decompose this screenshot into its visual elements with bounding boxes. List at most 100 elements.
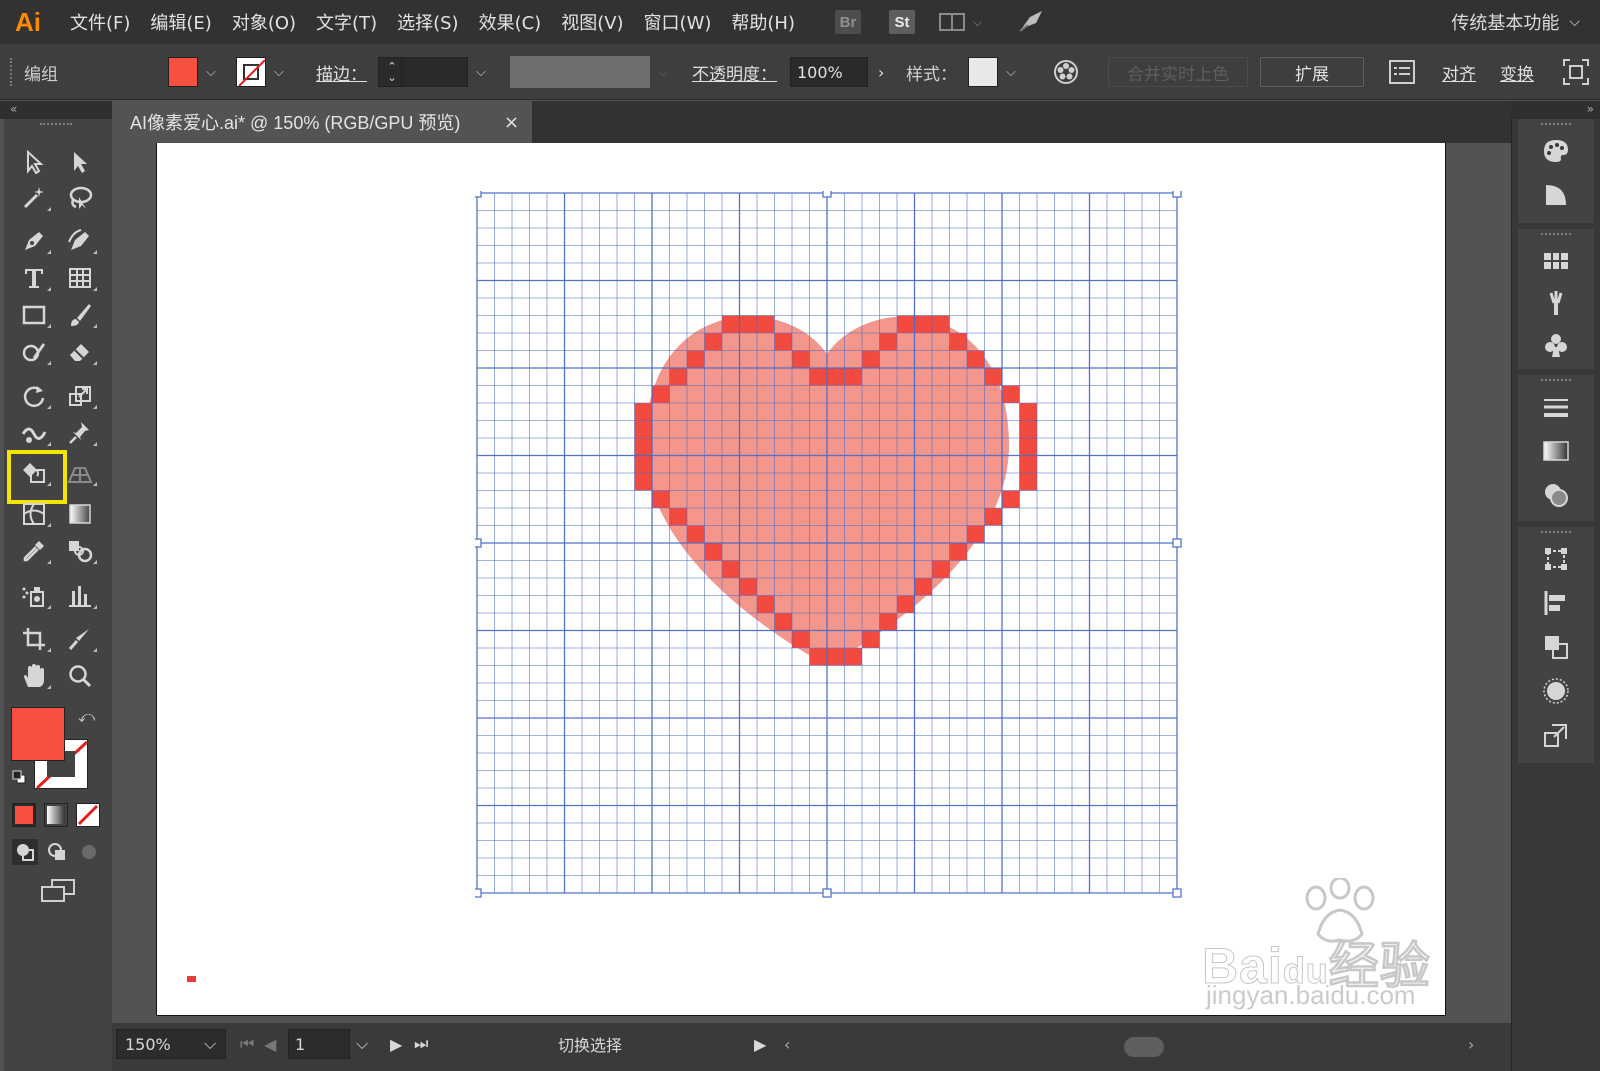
- rectangular-grid-tool[interactable]: [62, 261, 98, 295]
- variable-width-profile[interactable]: ⌵: [510, 44, 668, 100]
- type-tool[interactable]: [16, 261, 52, 295]
- opacity-control[interactable]: 100% ›: [790, 44, 884, 100]
- scroll-left-icon[interactable]: ‹: [784, 1029, 790, 1059]
- fill-color-box[interactable]: [11, 707, 65, 761]
- scroll-right-icon[interactable]: ›: [1468, 1029, 1474, 1059]
- chevron-down-icon[interactable]: ⌵: [658, 65, 668, 80]
- artboard-tool[interactable]: [16, 622, 52, 656]
- panel-grip[interactable]: [1541, 233, 1571, 235]
- fill-swatch[interactable]: [168, 57, 198, 87]
- stroke-panel-button[interactable]: [1536, 389, 1576, 425]
- panel-grip[interactable]: [1541, 531, 1571, 533]
- next-artboard-icon[interactable]: ▶: [390, 1029, 402, 1059]
- status-menu-arrow-icon[interactable]: ▶: [754, 1029, 766, 1059]
- chevron-down-icon[interactable]: ⌵: [356, 1029, 368, 1059]
- selection-handle[interactable]: [475, 888, 482, 898]
- artboard-number-field[interactable]: 1: [288, 1029, 350, 1059]
- opacity-input[interactable]: 100%: [790, 57, 868, 87]
- canvas-area[interactable]: Baidu经验 jingyan.baidu.com ︿ ﹀: [112, 143, 1511, 1023]
- selection-handle[interactable]: [822, 191, 832, 198]
- chevron-right-icon[interactable]: ›: [878, 63, 884, 82]
- stock-button[interactable]: St: [889, 10, 915, 34]
- menu-help[interactable]: 帮助(H): [731, 9, 795, 35]
- scale-tool[interactable]: [62, 379, 98, 413]
- selection-handle[interactable]: [475, 538, 482, 548]
- symbols-panel-button[interactable]: [1536, 327, 1576, 363]
- panel-grip[interactable]: [1541, 123, 1571, 125]
- chevron-down-icon[interactable]: ⌵: [204, 1029, 216, 1059]
- isolate-group-button[interactable]: [1562, 44, 1590, 100]
- arrange-documents-icon[interactable]: [939, 13, 965, 31]
- workspace-switcher[interactable]: 传统基本功能 ⌵: [1451, 0, 1580, 44]
- symbol-sprayer-tool[interactable]: [16, 579, 52, 613]
- asset-export-panel-button[interactable]: [1536, 717, 1576, 753]
- mesh-tool[interactable]: [16, 497, 52, 531]
- paintbrush-tool[interactable]: [62, 298, 98, 332]
- direct-selection-tool[interactable]: [62, 145, 98, 179]
- curvature-tool[interactable]: [62, 224, 98, 258]
- perspective-grid-tool[interactable]: [62, 456, 98, 490]
- opacity-label[interactable]: 不透明度：: [692, 44, 777, 100]
- pen-tool[interactable]: [16, 224, 52, 258]
- last-artboard-icon[interactable]: ⏭: [414, 1029, 428, 1059]
- panel-grip[interactable]: [1541, 379, 1571, 381]
- transform-panel-button[interactable]: [1536, 541, 1576, 577]
- horizontal-scroll-thumb[interactable]: [1124, 1037, 1164, 1057]
- color-mode-button[interactable]: [12, 803, 36, 827]
- pathfinder-panel-button[interactable]: [1536, 629, 1576, 665]
- document-tab[interactable]: AI像素爱心.ai* @ 150% (RGB/GPU 预览): [112, 101, 532, 143]
- chevron-down-icon[interactable]: ⌵: [476, 65, 486, 80]
- rotate-tool[interactable]: [16, 379, 52, 413]
- selection-handle[interactable]: [822, 888, 832, 898]
- menu-edit[interactable]: 编辑(E): [150, 9, 211, 35]
- rectangle-tool[interactable]: [16, 298, 52, 332]
- appearance-panel-button[interactable]: [1536, 673, 1576, 709]
- menu-window[interactable]: 窗口(W): [644, 9, 712, 35]
- magic-wand-tool[interactable]: [16, 181, 52, 215]
- chevron-down-icon[interactable]: ⌵: [274, 65, 284, 80]
- stroke-weight-stepper[interactable]: ⌃ ⌄ ⌵: [378, 44, 486, 100]
- swatches-panel-button[interactable]: [1536, 243, 1576, 279]
- transform-link[interactable]: 变换: [1500, 44, 1534, 100]
- draw-inside-button[interactable]: [76, 839, 102, 865]
- shaper-tool[interactable]: [16, 335, 52, 369]
- selection-handle[interactable]: [1172, 191, 1182, 198]
- align-panel-button[interactable]: [1536, 585, 1576, 621]
- align-link[interactable]: 对齐: [1442, 44, 1476, 100]
- profile-preview[interactable]: [510, 56, 650, 88]
- zoom-tool[interactable]: [62, 659, 98, 693]
- eraser-tool[interactable]: [62, 335, 98, 369]
- fill-color-control[interactable]: ⌵: [168, 44, 216, 100]
- draw-normal-button[interactable]: [12, 839, 38, 865]
- selection-handle[interactable]: [1172, 538, 1182, 548]
- merge-live-paint-button[interactable]: 合并实时上色: [1108, 57, 1248, 87]
- selection-handle[interactable]: [1172, 888, 1182, 898]
- toolbar-collapse-button[interactable]: «: [0, 101, 112, 119]
- stroke-stepper-arrows[interactable]: ⌃ ⌄: [378, 57, 402, 87]
- gradient-panel-button[interactable]: [1536, 433, 1576, 469]
- puppet-warp-tool[interactable]: [62, 416, 98, 450]
- pixel-heart-grid[interactable]: [475, 191, 1195, 907]
- toolbar-grip[interactable]: [40, 123, 72, 125]
- gradient-mode-button[interactable]: [44, 803, 68, 827]
- bridge-button[interactable]: Br: [835, 10, 861, 34]
- transparency-panel-button[interactable]: [1536, 477, 1576, 513]
- status-text[interactable]: 切换选择: [558, 1029, 622, 1059]
- dock-collapse-button[interactable]: »: [1511, 101, 1600, 119]
- blend-tool[interactable]: [62, 534, 98, 568]
- chevron-down-icon[interactable]: ⌵: [206, 65, 216, 80]
- previous-artboard-icon[interactable]: ◀: [264, 1029, 276, 1059]
- stroke-swatch[interactable]: [236, 57, 266, 87]
- hand-tool[interactable]: [16, 659, 52, 693]
- chevron-down-icon[interactable]: ⌵: [1006, 65, 1016, 80]
- default-fill-stroke-icon[interactable]: [12, 769, 26, 784]
- recolor-artwork-button[interactable]: [1052, 44, 1080, 100]
- stroke-label[interactable]: 描边：: [316, 44, 367, 100]
- stroke-color-control[interactable]: ⌵: [236, 44, 284, 100]
- first-artboard-icon[interactable]: ⏮: [240, 1029, 254, 1059]
- menu-type[interactable]: 文字(T): [316, 9, 377, 35]
- menu-select[interactable]: 选择(S): [397, 9, 458, 35]
- menu-file[interactable]: 文件(F): [70, 9, 130, 35]
- eyedropper-tool[interactable]: [16, 534, 52, 568]
- selection-tool[interactable]: [16, 145, 52, 179]
